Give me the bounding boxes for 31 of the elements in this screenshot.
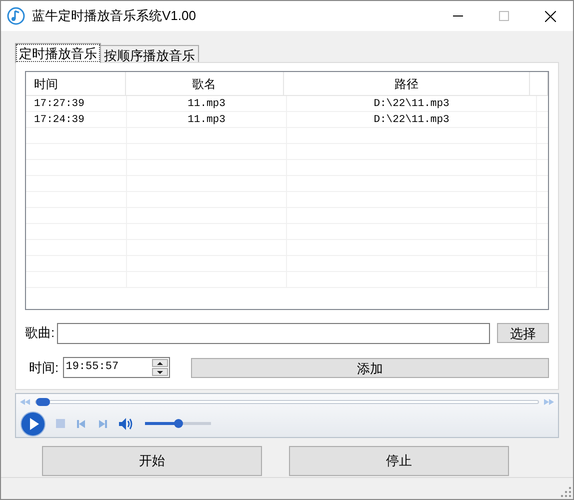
table-cell: 11.mp3 bbox=[127, 96, 287, 111]
table-cell: 17:27:39 bbox=[26, 96, 127, 111]
tab[interactable]: 定时播放音乐 bbox=[15, 43, 101, 63]
resize-grip-icon bbox=[561, 487, 571, 497]
column-header[interactable]: 时间 bbox=[26, 72, 126, 95]
music-note-icon bbox=[7, 7, 25, 25]
seek-bar[interactable] bbox=[35, 400, 539, 404]
time-label: 时间: bbox=[28, 358, 60, 377]
volume-icon[interactable] bbox=[119, 418, 135, 430]
add-button[interactable]: 添加 bbox=[190, 358, 550, 378]
window-title: 蓝牛定时播放音乐系统V1.00 bbox=[32, 7, 196, 26]
song-label: 歌曲: bbox=[25, 324, 56, 342]
volume-thumb[interactable] bbox=[174, 419, 183, 428]
play-icon[interactable] bbox=[20, 410, 46, 436]
close-icon[interactable] bbox=[544, 10, 556, 22]
time-spin-field[interactable]: 19:55:57 bbox=[62, 357, 170, 378]
column-header[interactable]: 歌名 bbox=[126, 72, 284, 95]
choose-button[interactable]: 选择 bbox=[497, 323, 549, 343]
seek-thumb[interactable] bbox=[36, 398, 50, 406]
stop-button[interactable]: 停止 bbox=[289, 446, 509, 476]
table-cell: 17:24:39 bbox=[26, 112, 127, 127]
table-cell: D:\22\11.mp3 bbox=[287, 96, 537, 111]
table-cell: 11.mp3 bbox=[127, 112, 287, 127]
spin-up-icon[interactable] bbox=[152, 359, 168, 367]
start-button[interactable]: 开始 bbox=[42, 446, 262, 476]
column-header[interactable]: 路径 bbox=[284, 72, 530, 95]
table-cell: D:\22\11.mp3 bbox=[287, 112, 537, 127]
spin-down-icon[interactable] bbox=[152, 368, 168, 376]
song-input-field[interactable] bbox=[56, 322, 490, 344]
volume-slider[interactable] bbox=[145, 422, 211, 425]
tab[interactable]: 按顺序播放音乐 bbox=[100, 45, 199, 63]
